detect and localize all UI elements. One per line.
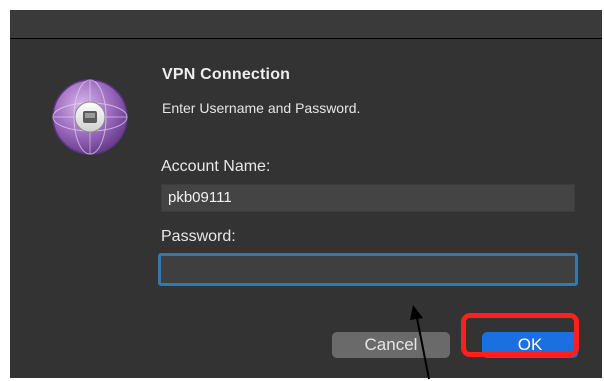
- password-label: Password:: [161, 228, 236, 245]
- cancel-button[interactable]: Cancel: [332, 332, 450, 358]
- vpn-connection-dialog: VPN Connection Enter Username and Passwo…: [10, 10, 602, 378]
- screenshot-stage: VPN Connection Enter Username and Passwo…: [0, 0, 604, 381]
- account-name-label: Account Name:: [161, 158, 271, 175]
- dialog-title-strip: [10, 10, 602, 39]
- dialog-heading: VPN Connection: [162, 66, 291, 83]
- vpn-network-globe-icon: [52, 79, 128, 155]
- account-name-field[interactable]: pkb09111: [161, 184, 575, 212]
- password-field[interactable]: [158, 253, 578, 286]
- dialog-subheading: Enter Username and Password.: [162, 100, 361, 116]
- ok-button[interactable]: OK: [482, 332, 578, 358]
